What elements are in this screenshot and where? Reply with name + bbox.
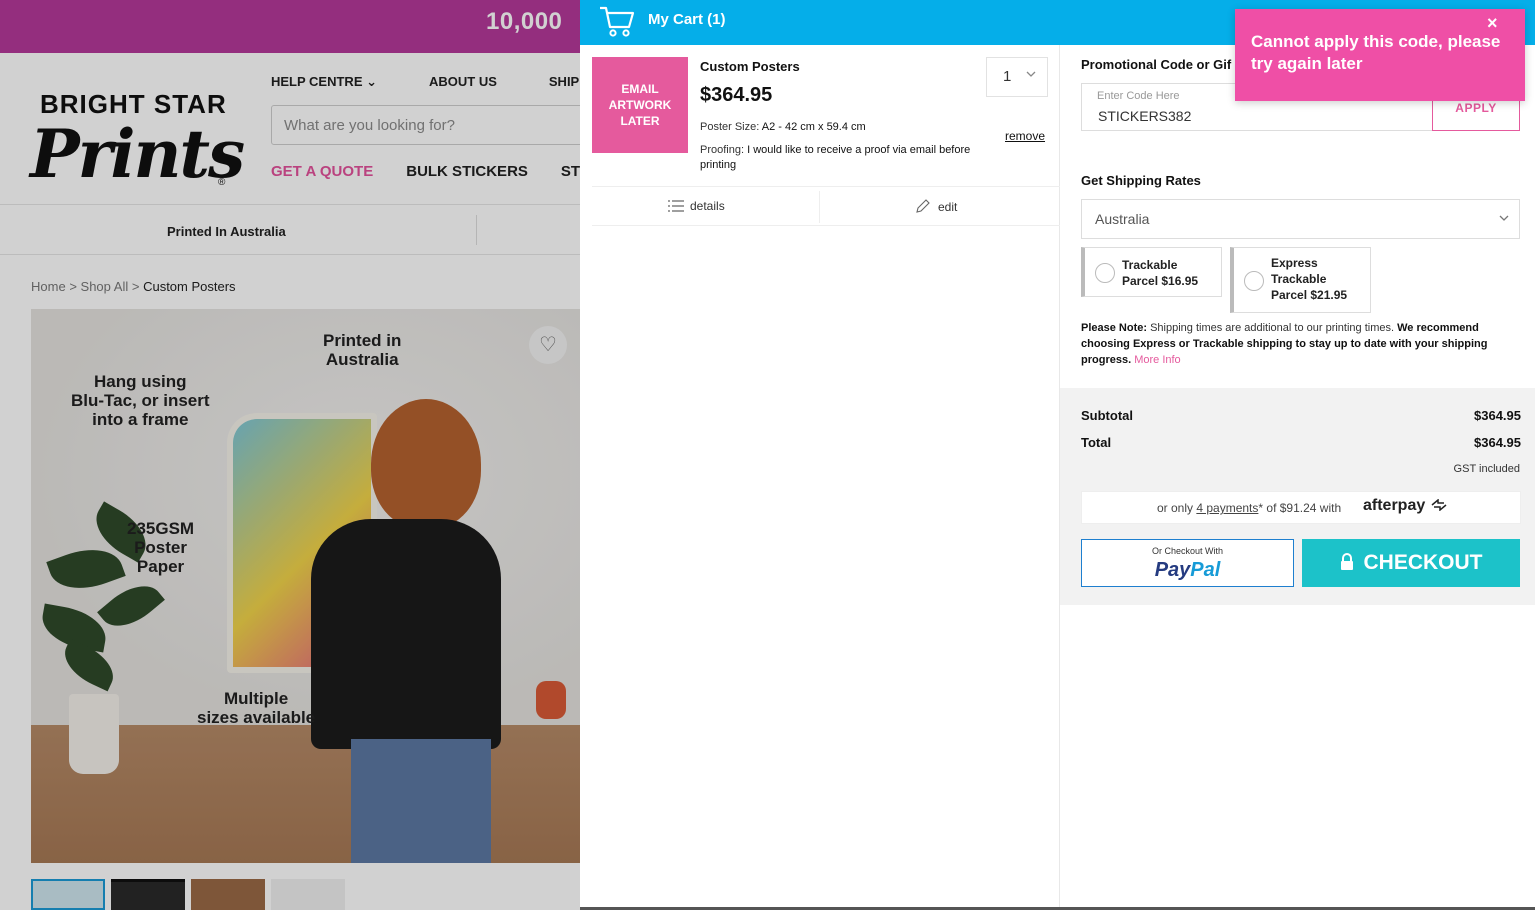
shipping-country-value: Australia [1095,211,1150,227]
afterpay-logo-text: afterpay [1363,497,1426,514]
lock-icon [1340,552,1354,570]
paypal-logo: PayPal [1082,559,1293,582]
checkout-button[interactable]: CHECKOUT [1302,539,1520,587]
list-icon [668,199,684,216]
subtotal-row: Subtotal $364.95 [1081,408,1521,423]
shipping-note: Please Note: Shipping times are addition… [1081,320,1525,368]
item-name[interactable]: Custom Posters [700,59,800,74]
item-actions: details edit [592,186,1060,226]
paypal-logo-part2: Pal [1190,559,1221,581]
paypal-caption: Or Checkout With [1151,546,1224,556]
afterpay-logo: afterpay [1363,497,1448,515]
total-label: Total [1081,435,1112,450]
promo-code-label: Promotional Code or Gif [1081,57,1232,72]
afterpay-amount: of $91.24 with [1263,501,1342,515]
promo-code-placeholder: Enter Code Here [1097,90,1180,102]
quantity-select[interactable]: 1 [986,57,1048,97]
order-totals: Subtotal $364.95 Total $364.95 GST inclu… [1060,388,1535,605]
chevron-down-icon [1499,213,1509,225]
shipping-option-trackable[interactable]: Trackable Parcel $16.95 [1081,247,1222,297]
item-proofing-label: Proofing: [700,144,745,156]
afterpay-prefix: or only [1157,501,1197,515]
details-button[interactable]: details [668,199,725,216]
item-size: Poster Size: A2 - 42 cm x 59.4 cm [700,121,866,133]
close-icon[interactable]: × [1487,13,1498,34]
afterpay-text: or only 4 payments* of $91.24 with [1157,501,1341,515]
item-proofing: Proofing: I would like to receive a proo… [700,143,975,173]
gst-note: GST included [1453,463,1520,475]
cart-items-panel: EMAIL ARTWORK LATER Custom Posters $364.… [580,45,1060,910]
subtotal-value: $364.95 [1474,408,1521,423]
total-row: Total $364.95 [1081,435,1521,450]
quantity-value: 1 [1003,68,1012,85]
afterpay-arrows-icon [1425,497,1447,514]
edit-button[interactable]: edit [915,199,957,217]
shipping-note-text: Shipping times are additional to our pri… [1147,322,1398,334]
shipping-option-label: Express Trackable Parcel $21.95 [1271,256,1348,302]
item-size-label: Poster Size: [700,121,760,133]
chevron-down-icon [1026,69,1036,81]
item-thumbnail[interactable]: EMAIL ARTWORK LATER [592,57,688,153]
more-info-link[interactable]: More Info [1134,354,1180,366]
checkout-label: CHECKOUT [1363,551,1483,574]
paypal-checkout-button[interactable]: Or Checkout With PayPal [1081,539,1294,587]
shipping-note-title: Please Note: [1081,322,1148,334]
shipping-option-label: Trackable Parcel $16.95 [1122,258,1199,288]
afterpay-payments-link[interactable]: 4 payments [1196,501,1258,515]
shipping-rates-label: Get Shipping Rates [1081,173,1201,188]
cart-drawer: My Cart (1) EMAIL ARTWORK LATER Custom P… [580,0,1535,910]
error-toast: Cannot apply this code, please try again… [1235,9,1525,101]
afterpay-banner[interactable]: or only 4 payments* of $91.24 with after… [1081,491,1521,524]
total-value: $364.95 [1474,435,1521,450]
shopping-cart-icon [598,3,636,44]
subtotal-label: Subtotal [1081,408,1133,423]
pencil-icon [915,199,930,217]
paypal-logo-part1: Pay [1154,559,1191,581]
cart-title: My Cart (1) [648,11,726,28]
details-label: details [690,199,725,213]
promo-code-value: STICKERS382 [1098,108,1192,124]
shipping-country-select[interactable]: Australia [1081,199,1520,239]
cart-summary-panel: Promotional Code or Gif Enter Code Here … [1060,45,1535,605]
remove-item-link[interactable]: remove [1005,129,1045,143]
error-toast-message: Cannot apply this code, please try again… [1251,32,1501,73]
actions-divider [819,191,820,223]
radio-button[interactable] [1095,263,1115,283]
item-price: $364.95 [700,84,773,106]
radio-button[interactable] [1244,271,1264,291]
item-size-value: A2 - 42 cm x 59.4 cm [761,121,866,133]
shipping-option-express[interactable]: Express Trackable Parcel $21.95 [1230,247,1371,313]
edit-label: edit [938,200,958,214]
